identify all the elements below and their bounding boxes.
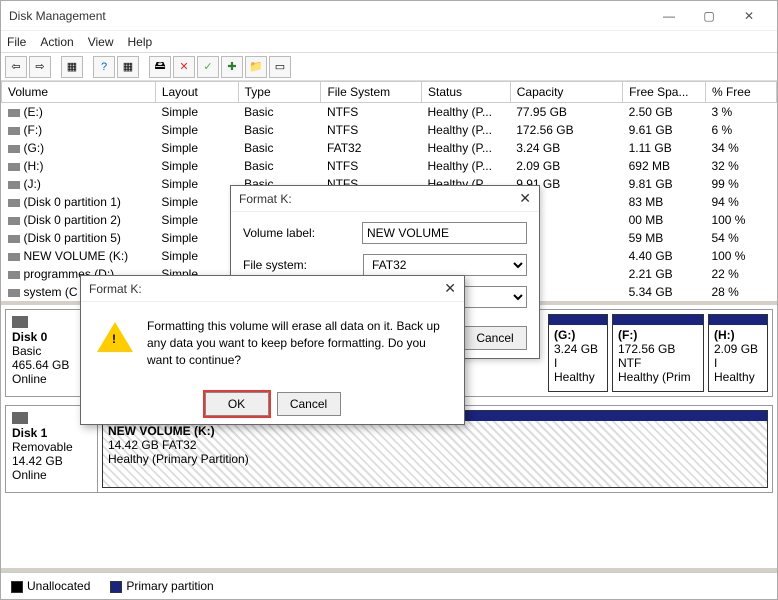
table-row[interactable]: (H:)SimpleBasicNTFSHealthy (P...2.09 GB6… — [2, 157, 777, 175]
drive-button[interactable]: 🖴 — [149, 56, 171, 78]
toolbar: ⇦ ⇨ ▦ ? ▦ 🖴 ✕ ✓ ✚ 📁 ▭ — [1, 53, 777, 81]
partition-stripe — [709, 315, 767, 325]
partition-stripe — [613, 315, 703, 325]
col-status[interactable]: Status — [422, 82, 511, 103]
partition-status: Healthy — [554, 370, 602, 384]
disk-icon — [12, 316, 28, 328]
volume-label-input[interactable] — [362, 222, 527, 244]
col-capacity[interactable]: Capacity — [510, 82, 622, 103]
maximize-button[interactable]: ▢ — [689, 3, 729, 29]
partition-label: (F:) — [618, 328, 698, 342]
confirm-message: Formatting this volume will erase all da… — [147, 318, 448, 368]
partition-size: 3.24 GB I — [554, 342, 602, 370]
col-type[interactable]: Type — [238, 82, 321, 103]
partition-f[interactable]: (F:) 172.56 GB NTF Healthy (Prim — [612, 314, 704, 392]
window-title: Disk Management — [9, 9, 649, 23]
confirm-dialog-close-button[interactable]: ✕ — [444, 280, 456, 297]
drive-icon — [8, 163, 20, 171]
separator — [53, 56, 59, 78]
separator — [85, 56, 91, 78]
confirm-dialog-title: Format K: — [89, 282, 444, 296]
format-cancel-button[interactable]: Cancel — [463, 326, 527, 350]
delete-button[interactable]: ✕ — [173, 56, 195, 78]
table-row[interactable]: (G:)SimpleBasicFAT32Healthy (P...3.24 GB… — [2, 139, 777, 157]
col-fs[interactable]: File System — [321, 82, 422, 103]
drive-icon — [8, 145, 20, 153]
titlebar: Disk Management — ▢ ✕ — [1, 1, 777, 31]
partition-size: 172.56 GB NTF — [618, 342, 698, 370]
open-button[interactable]: 📁 — [245, 56, 267, 78]
filesystem-label: File system: — [243, 258, 353, 272]
disk-1-name: Disk 1 — [12, 426, 91, 440]
new-button[interactable]: ✚ — [221, 56, 243, 78]
disk-1-size: 14.42 GB — [12, 454, 91, 468]
properties-button[interactable]: ▭ — [269, 56, 291, 78]
partition-status: Healthy (Prim — [618, 370, 698, 384]
forward-button[interactable]: ⇨ — [29, 56, 51, 78]
refresh-button[interactable]: ▦ — [117, 56, 139, 78]
table-row[interactable]: (E:)SimpleBasicNTFSHealthy (P...77.95 GB… — [2, 103, 777, 122]
col-free[interactable]: Free Spa... — [623, 82, 706, 103]
menu-help[interactable]: Help — [128, 35, 153, 49]
warning-icon — [97, 322, 133, 352]
partition-status: Healthy — [714, 370, 762, 384]
format-dialog-titlebar: Format K: ✕ — [231, 186, 539, 212]
ok-button[interactable]: OK — [205, 392, 269, 416]
filesystem-select[interactable]: FAT32 — [363, 254, 527, 276]
confirm-dialog-titlebar: Format K: ✕ — [81, 276, 464, 302]
drive-icon — [8, 217, 20, 225]
menu-action[interactable]: Action — [40, 35, 73, 49]
legend-primary: Primary partition — [110, 579, 213, 593]
volume-label-label: Volume label: — [243, 226, 352, 240]
cancel-button[interactable]: Cancel — [277, 392, 341, 416]
format-dialog-close-button[interactable]: ✕ — [519, 190, 531, 207]
partition-label: NEW VOLUME (K:) — [108, 424, 762, 438]
col-pctfree[interactable]: % Free — [705, 82, 776, 103]
menu-file[interactable]: File — [7, 35, 26, 49]
col-layout[interactable]: Layout — [155, 82, 238, 103]
drive-icon — [8, 271, 20, 279]
help-button[interactable]: ? — [93, 56, 115, 78]
legend-unallocated: Unallocated — [11, 579, 90, 593]
legend: Unallocated Primary partition — [1, 572, 777, 599]
partition-size: 2.09 GB I — [714, 342, 762, 370]
drive-icon — [8, 199, 20, 207]
disk-1-type: Removable — [12, 440, 91, 454]
drive-icon — [8, 253, 20, 261]
confirm-dialog-buttons: OK Cancel — [81, 384, 464, 424]
partition-h[interactable]: (H:) 2.09 GB I Healthy — [708, 314, 768, 392]
show-hide-button[interactable]: ▦ — [61, 56, 83, 78]
drive-icon — [8, 181, 20, 189]
close-button[interactable]: ✕ — [729, 3, 769, 29]
menubar: File Action View Help — [1, 31, 777, 53]
drive-icon — [8, 289, 20, 297]
partition-size: 14.42 GB FAT32 — [108, 438, 762, 452]
menu-view[interactable]: View — [88, 35, 114, 49]
disk-icon — [12, 412, 28, 424]
drive-icon — [8, 127, 20, 135]
col-volume[interactable]: Volume — [2, 82, 156, 103]
drive-icon — [8, 235, 20, 243]
minimize-button[interactable]: — — [649, 3, 689, 29]
partition-status: Healthy (Primary Partition) — [108, 452, 762, 466]
partition-stripe — [549, 315, 607, 325]
table-row[interactable]: (F:)SimpleBasicNTFSHealthy (P...172.56 G… — [2, 121, 777, 139]
partition-label: (G:) — [554, 328, 602, 342]
partition-label: (H:) — [714, 328, 762, 342]
partition-g[interactable]: (G:) 3.24 GB I Healthy — [548, 314, 608, 392]
separator — [141, 56, 147, 78]
disk-1-status: Online — [12, 468, 91, 482]
confirm-dialog: Format K: ✕ Formatting this volume will … — [80, 275, 465, 425]
back-button[interactable]: ⇦ — [5, 56, 27, 78]
confirm-dialog-body: Formatting this volume will erase all da… — [81, 302, 464, 384]
drive-icon — [8, 109, 20, 117]
format-dialog-title: Format K: — [239, 192, 519, 206]
check-button[interactable]: ✓ — [197, 56, 219, 78]
